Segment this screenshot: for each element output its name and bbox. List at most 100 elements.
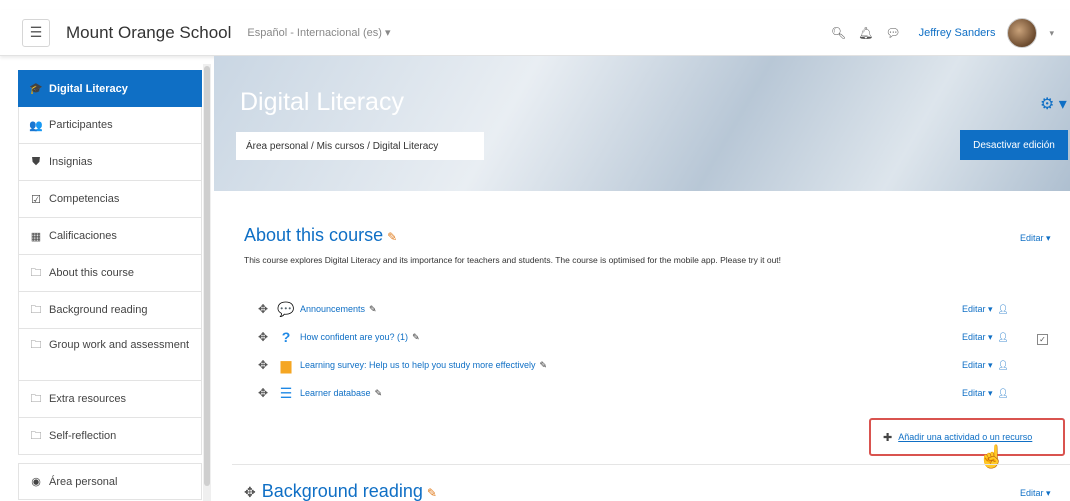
sidebar-item-label: About this course [49,267,134,279]
sidebar-item-label: Background reading [49,304,148,316]
user-name[interactable]: Jeffrey Sanders [919,27,996,39]
hamburger-icon[interactable]: ☰ [22,18,50,47]
edit-menu-label[interactable]: Editar ▾ [962,304,993,314]
section-edit-menu[interactable]: Editar ▾ [1020,488,1051,499]
person-icon[interactable]: 👤︎ [998,360,1009,370]
scrollbar-thumb[interactable] [204,66,210,486]
sidebar-item-label: Extra resources [49,393,127,405]
sidebar-item-about-this-course[interactable]: 🗀 About this course [18,255,202,292]
page-title: Digital Literacy [240,88,404,116]
sidebar-item-digital-literacy[interactable]: 🎓 Digital Literacy [18,70,202,107]
language-menu[interactable]: Español - Internacional (es) ▾ [247,26,390,39]
forum-icon: 💬 [277,300,295,317]
bell-icon[interactable]: 🔔︎ [858,26,873,40]
sidebar-item-group-work[interactable]: 🗀 Group work and assessment [18,329,202,381]
sidebar-item-label: Competencias [49,193,120,205]
pencil-icon[interactable]: ✎︎ [427,486,437,500]
search-icon[interactable]: 🔍︎ [831,26,846,40]
pencil-icon[interactable]: ✎︎ [387,230,397,244]
gear-icon[interactable]: ⚙ ▾ [1040,94,1067,114]
pencil-icon[interactable]: ✎︎ [539,360,547,371]
sidebar-item-label: Self-reflection [49,430,117,442]
sidebar-item-label: Digital Literacy [49,82,128,95]
users-icon: 👥 [29,119,43,132]
bar-chart-icon: ▆ [280,356,292,373]
sidebar-item-calificaciones[interactable]: ▦ Calificaciones [18,218,202,255]
section-title-about: About this course ✎︎ [244,225,397,246]
database-icon: ☰ [279,384,293,401]
graduation-cap-icon: 🎓 [29,83,43,95]
activity-row: ✥ 💬 Announcements ✎︎ [258,300,377,318]
activity-edit-menu[interactable]: Editar ▾ 👤︎ [962,304,1009,315]
breadcrumb[interactable]: Área personal / Mis cursos / Digital Lit… [236,132,484,160]
edit-menu-label[interactable]: Editar ▾ [962,360,993,370]
sidebar-item-participantes[interactable]: 👥 Participantes [18,107,202,144]
activity-edit-menu[interactable]: Editar ▾ 👤︎ [962,332,1009,343]
section-title-background: ✥ Background reading ✎︎ [244,481,437,501]
sidebar-item-label: Participantes [49,119,113,131]
move-icon[interactable]: ✥ [258,330,270,344]
sidebar-item-label: Group work and assessment [49,339,190,351]
move-icon[interactable]: ✥ [244,484,256,500]
site-name[interactable]: Mount Orange School [66,23,231,43]
top-navbar: ☰ Mount Orange School Español - Internac… [0,10,1070,56]
activity-row: ✥ ? How confident are you? (1) ✎︎ [258,328,420,346]
move-icon[interactable]: ✥ [258,358,270,372]
hand-cursor-icon: ☝ [978,444,1006,469]
person-icon[interactable]: 👤︎ [998,304,1009,314]
shield-icon: ⛊ [31,155,41,168]
activity-link[interactable]: Learner database [300,388,371,398]
person-icon[interactable]: 👤︎ [998,332,1009,342]
folder-icon: 🗀 [30,303,42,316]
sidebar-item-self-reflection[interactable]: 🗀 Self-reflection [18,418,202,455]
folder-icon: 🗀 [30,429,42,442]
activity-row: ✥ ☰ Learner database ✎︎ [258,384,382,402]
question-icon: ? [281,329,291,345]
avatar[interactable] [1007,18,1038,48]
add-activity-button[interactable]: ✚ Añadir una actividad o un recurso [869,418,1065,456]
folder-icon: 🗀 [30,266,42,279]
pencil-icon[interactable]: ✎︎ [369,304,377,315]
edit-menu-label[interactable]: Editar ▾ [962,332,993,342]
section-title-text[interactable]: Background reading [262,481,423,501]
sidebar-item-background-reading[interactable]: 🗀 Background reading [18,292,202,329]
completion-checkbox[interactable]: ✓ [1037,334,1048,345]
sidebar-item-insignias[interactable]: ⛊ Insignias [18,144,202,181]
activity-edit-menu[interactable]: Editar ▾ 👤︎ [962,388,1009,399]
pencil-icon[interactable]: ✎︎ [412,332,420,343]
dashboard-icon: ◉ [31,476,41,488]
move-icon[interactable]: ✥ [258,302,270,316]
activity-link[interactable]: Announcements [300,304,365,314]
sidebar-item-label: Insignias [49,156,93,168]
person-icon[interactable]: 👤︎ [998,388,1009,398]
section-edit-menu[interactable]: Editar ▾ [1020,233,1051,244]
sidebar-item-label: Área personal [49,475,118,488]
sidebar-item-competencias[interactable]: ☑ Competencias [18,181,202,218]
move-icon[interactable]: ✥ [258,386,270,400]
sidebar-scrollbar[interactable] [203,64,211,501]
checkbox-icon: ☑ [31,193,41,206]
section-title-text[interactable]: About this course [244,225,383,245]
add-activity-label[interactable]: Añadir una actividad o un recurso [898,432,1032,442]
pencil-icon[interactable]: ✎︎ [375,388,383,399]
section-summary: This course explores Digital Literacy an… [244,255,782,265]
edit-menu-label[interactable]: Editar ▾ [962,388,993,398]
course-header-banner [214,56,1070,191]
moodle-course-page: ☰ Mount Orange School Español - Internac… [0,0,1070,501]
sidebar-item-area-personal[interactable]: ◉ Área personal [18,463,202,500]
sidebar-item-label: Calificaciones [49,230,117,242]
sidebar-item-extra-resources[interactable]: 🗀 Extra resources [18,381,202,418]
chat-icon[interactable]: 💬︎ [885,26,900,40]
table-icon: ▦ [30,230,42,243]
chevron-down-icon[interactable]: ▾ [1049,28,1054,39]
activity-edit-menu[interactable]: Editar ▾ 👤︎ [962,360,1009,371]
section-divider [232,464,1070,465]
plus-icon: ✚ [883,431,893,444]
activity-link[interactable]: Learning survey: Help us to help you stu… [300,360,535,370]
folder-icon: 🗀 [30,392,42,405]
toggle-edit-mode-button[interactable]: Desactivar edición [960,130,1068,160]
activity-link[interactable]: How confident are you? (1) [300,332,408,342]
sidebar-nav: 🎓 Digital Literacy 👥 Participantes ⛊ Ins… [18,70,202,501]
user-menu-area: 🔍︎ 🔔︎ 💬︎ Jeffrey Sanders ▾ [831,10,1054,56]
activity-row: ✥ ▆ Learning survey: Help us to help you… [258,356,547,374]
